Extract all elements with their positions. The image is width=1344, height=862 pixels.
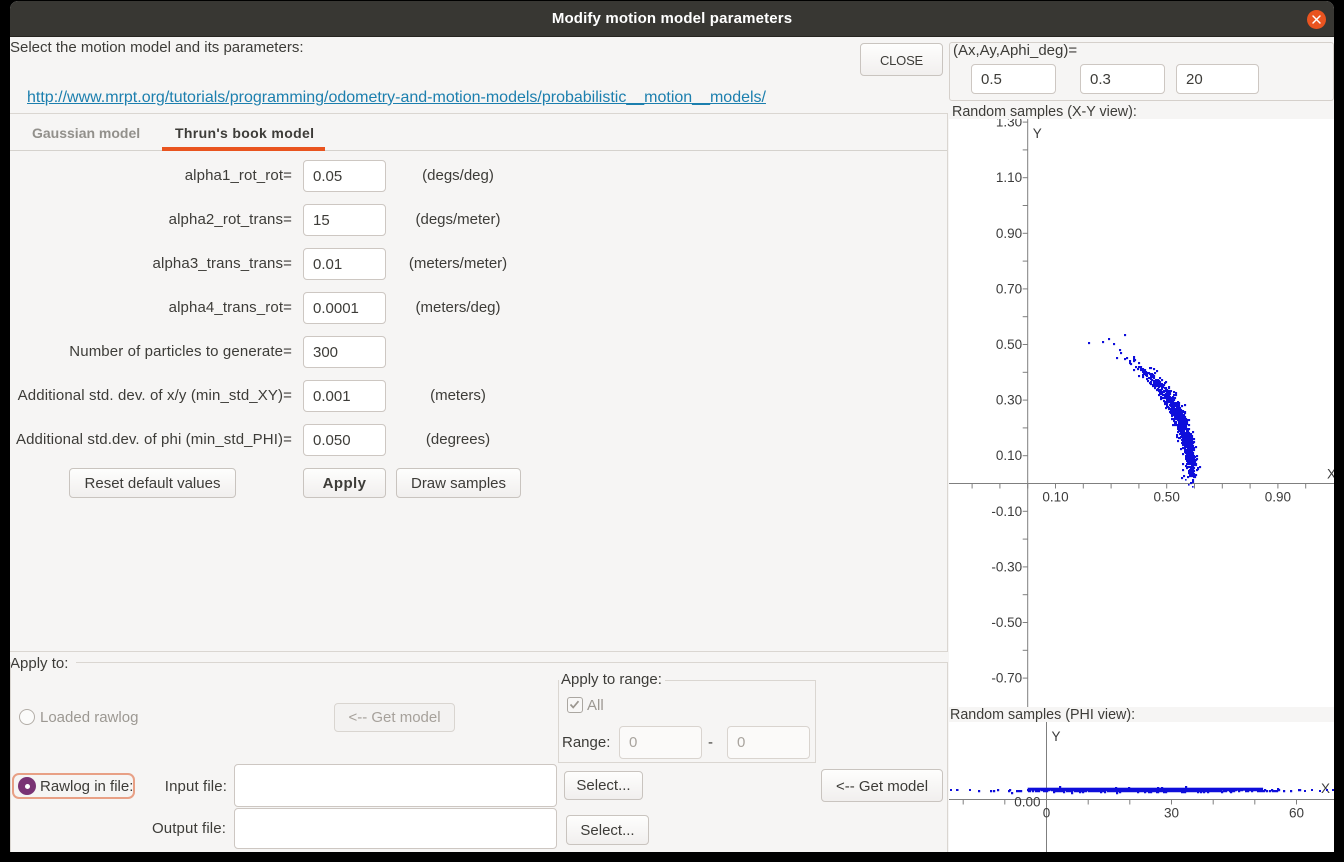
svg-text:0.10: 0.10 <box>996 448 1022 463</box>
svg-text:X: X <box>1321 781 1330 796</box>
svg-text:1.30: 1.30 <box>996 119 1022 130</box>
svg-text:X: X <box>1327 467 1334 482</box>
svg-text:0.10: 0.10 <box>1042 490 1068 505</box>
svg-text:60: 60 <box>1289 806 1304 821</box>
svg-text:0.50: 0.50 <box>996 337 1022 352</box>
svg-text:Y: Y <box>1052 729 1061 744</box>
svg-text:-0.50: -0.50 <box>991 615 1022 630</box>
svg-text:0: 0 <box>1043 806 1051 821</box>
svg-text:0.50: 0.50 <box>1154 490 1180 505</box>
svg-text:1.10: 1.10 <box>996 170 1022 185</box>
svg-text:30: 30 <box>1164 806 1179 821</box>
svg-text:0.90: 0.90 <box>996 226 1022 241</box>
svg-text:0.70: 0.70 <box>996 281 1022 296</box>
svg-text:-0.10: -0.10 <box>991 504 1022 519</box>
svg-text:0.90: 0.90 <box>1265 490 1291 505</box>
svg-text:Y: Y <box>1033 126 1042 141</box>
svg-text:0.30: 0.30 <box>996 393 1022 408</box>
svg-text:0.00: 0.00 <box>1014 795 1040 810</box>
svg-text:-0.30: -0.30 <box>991 559 1022 574</box>
svg-text:-0.70: -0.70 <box>991 671 1022 686</box>
